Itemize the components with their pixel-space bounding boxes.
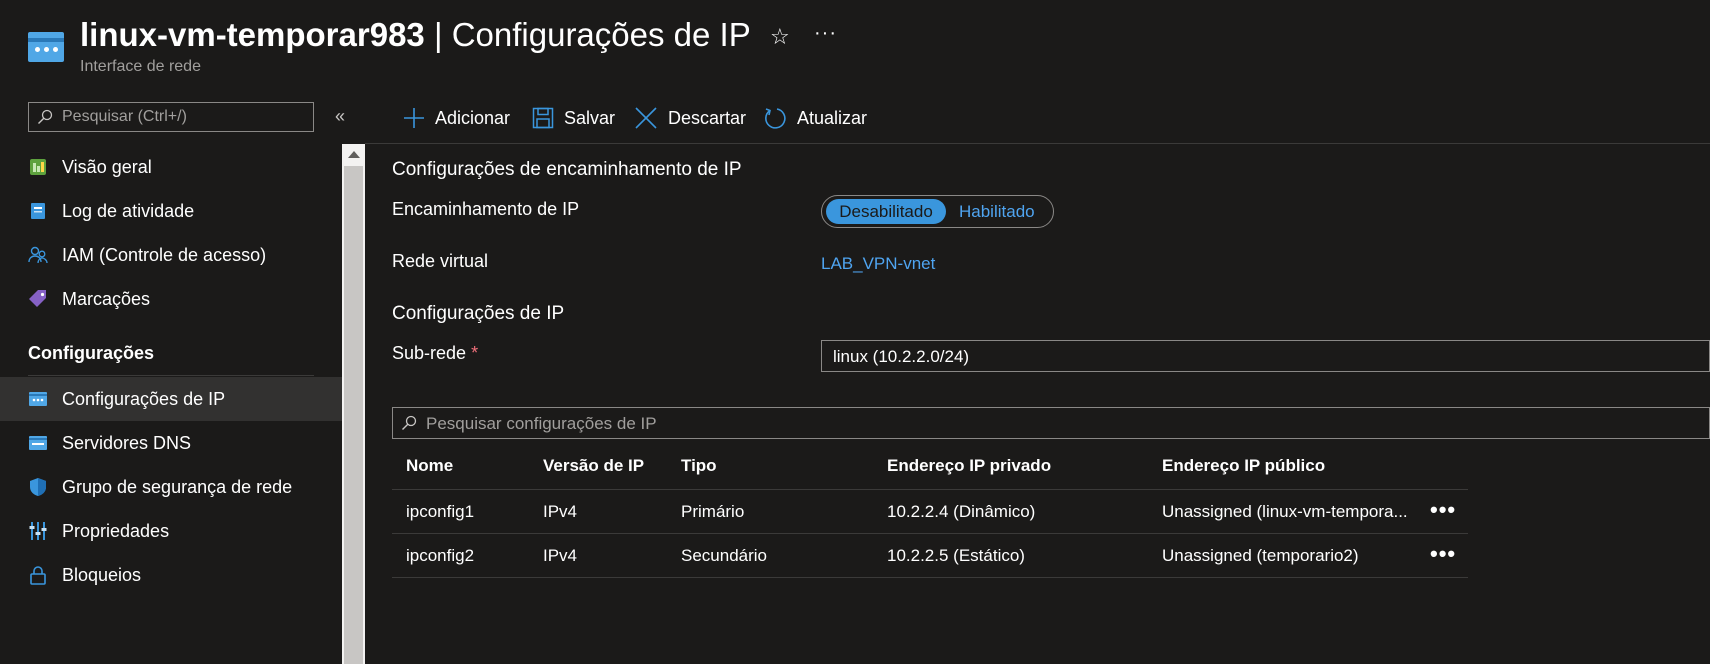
sidebar-item-label: Servidores DNS — [62, 433, 192, 453]
refresh-button-label: Atualizar — [797, 107, 868, 128]
iam-icon — [28, 246, 48, 264]
table-cell-ip-version: IPv4 — [543, 502, 578, 521]
more-options-icon[interactable]: ··· — [814, 22, 837, 45]
sidebar-item-dns-servers[interactable]: Servidores DNS — [0, 421, 342, 465]
ip-forwarding-label: Encaminhamento de IP — [392, 199, 580, 219]
scroll-up-arrow-icon[interactable] — [348, 151, 360, 158]
table-row-divider — [392, 533, 1468, 534]
refresh-icon — [765, 108, 786, 129]
sidebar-item-network-security-group[interactable]: Grupo de segurança de rede — [0, 465, 342, 509]
network-interface-icon — [28, 32, 64, 62]
sidebar-item-label: Log de atividade — [62, 201, 195, 221]
sidebar-item-label: Marcações — [62, 289, 151, 309]
shield-icon — [30, 478, 46, 496]
sidebar-item-label: Visão geral — [62, 157, 152, 177]
resource-name: linux-vm-temporar983 — [80, 16, 425, 53]
table-cell-name: ipconfig2 — [406, 546, 475, 565]
toggle-option-disabled[interactable]: Desabilitado — [826, 199, 946, 224]
sidebar-item-label: Propriedades — [62, 521, 170, 541]
sidebar-item-properties[interactable]: Propriedades — [0, 509, 342, 553]
sidebar-section-title: Configurações — [28, 343, 155, 363]
forwarding-section-title: Configurações de encaminhamento de IP — [392, 159, 742, 180]
collapse-sidebar-icon[interactable]: « — [335, 106, 345, 127]
activity-log-icon — [31, 203, 45, 219]
ip-config-section-title: Configurações de IP — [392, 303, 565, 324]
vnet-link[interactable]: LAB_VPN-vnet — [821, 254, 935, 274]
table-cell-ip-version: IPv4 — [543, 546, 578, 565]
row-more-options-icon[interactable]: ••• — [1430, 541, 1456, 567]
toggle-option-enabled[interactable]: Habilitado — [959, 199, 1035, 224]
sidebar-item-locks[interactable]: Bloqueios — [0, 553, 342, 597]
sidebar-item-activity-log[interactable]: Log de atividade — [0, 189, 342, 233]
plus-icon — [404, 108, 424, 128]
row-more-options-icon[interactable]: ••• — [1430, 497, 1456, 523]
title-separator: | — [424, 16, 452, 53]
sidebar-item-label: Grupo de segurança de rede — [62, 477, 293, 497]
table-row-divider — [392, 577, 1468, 578]
subnet-label: Sub-rede * — [392, 343, 478, 364]
favorite-star-icon[interactable]: ☆ — [770, 24, 790, 50]
section-divider — [28, 375, 314, 376]
search-icon — [402, 415, 417, 430]
close-icon — [635, 107, 657, 129]
save-button-label: Salvar — [564, 107, 616, 128]
column-header-public-ip[interactable]: Endereço IP público — [1162, 456, 1325, 476]
save-button[interactable]: Salvar — [532, 104, 615, 132]
properties-icon — [29, 522, 47, 540]
table-cell-private-ip: 10.2.2.4 (Dinâmico) — [887, 502, 1036, 521]
sidebar-item-overview[interactable]: Visão geral — [0, 145, 342, 189]
sidebar-item-tags[interactable]: Marcações — [0, 277, 342, 321]
discard-button-label: Descartar — [668, 107, 747, 128]
ip-config-search-input[interactable]: Pesquisar configurações de IP — [392, 407, 1710, 439]
refresh-button[interactable]: Atualizar — [763, 104, 867, 132]
table-cell-public-ip: Unassigned (linux-vm-tempora... — [1162, 502, 1408, 521]
resource-type: Interface de rede — [80, 58, 201, 75]
ip-forwarding-toggle[interactable]: Desabilitado Habilitado — [821, 195, 1054, 228]
table-cell-public-ip: Unassigned (temporario2) — [1162, 546, 1359, 565]
table-header-divider — [392, 489, 1468, 490]
scrollbar-thumb[interactable] — [344, 166, 363, 664]
required-marker: * — [471, 343, 479, 363]
tag-icon — [29, 290, 46, 307]
sidebar-item-label: IAM (Controle de acesso) — [62, 245, 267, 265]
sidebar-item-iam[interactable]: IAM (Controle de acesso) — [0, 233, 342, 277]
sidebar-item-ip-configurations[interactable]: Configurações de IP — [0, 377, 342, 421]
page-title: linux-vm-temporar983 | Configurações de … — [80, 16, 751, 54]
add-button-label: Adicionar — [435, 107, 511, 128]
ip-config-search-placeholder: Pesquisar configurações de IP — [426, 414, 657, 433]
page-name: Configurações de IP — [451, 16, 751, 53]
sidebar-search-placeholder: Pesquisar (Ctrl+/) — [62, 108, 187, 125]
column-header-type[interactable]: Tipo — [681, 456, 717, 476]
subnet-label-text: Sub-rede — [392, 343, 467, 363]
column-header-ip-version[interactable]: Versão de IP — [543, 456, 644, 476]
discard-button[interactable]: Descartar — [634, 104, 746, 132]
table-cell-name: ipconfig1 — [406, 502, 475, 521]
add-button[interactable]: Adicionar — [403, 104, 510, 132]
subnet-dropdown[interactable]: linux (10.2.2.0/24) — [821, 340, 1710, 372]
sidebar-item-label: Bloqueios — [62, 565, 142, 585]
sidebar-search-input[interactable]: Pesquisar (Ctrl+/) — [28, 102, 314, 132]
toolbar-divider — [365, 143, 1710, 144]
ip-config-icon — [29, 392, 47, 406]
vnet-label: Rede virtual — [392, 251, 489, 271]
table-cell-type: Primário — [681, 502, 745, 521]
lock-icon — [30, 566, 46, 585]
table-cell-private-ip: 10.2.2.5 (Estático) — [887, 546, 1025, 565]
dns-icon — [29, 436, 47, 450]
save-icon — [532, 107, 554, 129]
sidebar-item-label: Configurações de IP — [62, 389, 226, 409]
search-icon — [38, 109, 53, 124]
column-header-name[interactable]: Nome — [406, 456, 453, 476]
overview-icon — [30, 159, 46, 175]
table-cell-type: Secundário — [681, 546, 768, 565]
column-header-private-ip[interactable]: Endereço IP privado — [887, 456, 1051, 476]
subnet-selected-value: linux (10.2.2.0/24) — [833, 347, 970, 366]
